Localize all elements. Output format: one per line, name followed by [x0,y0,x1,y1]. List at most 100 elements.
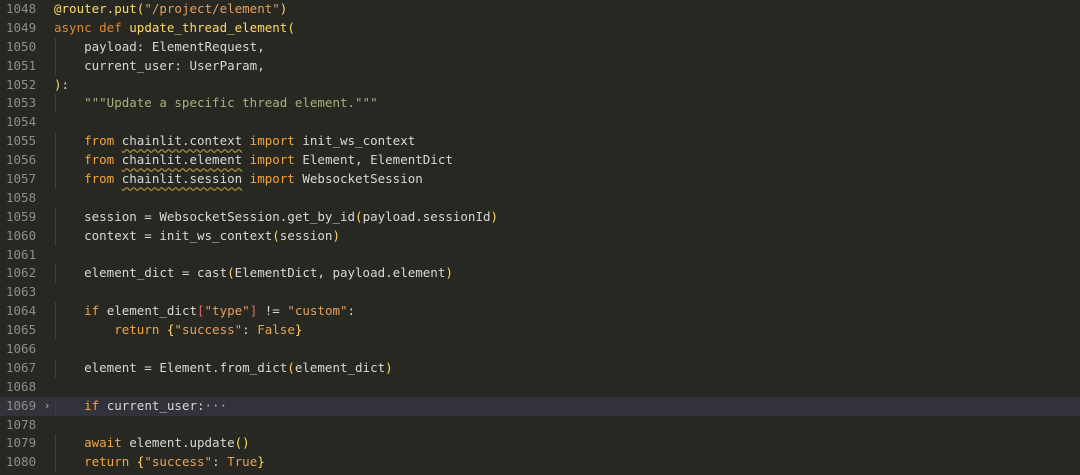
line-number: 1059 [6,208,37,224]
code-line[interactable]: 1068 [0,378,1080,397]
code-text: from chainlit.context import init_ws_con… [54,132,1080,151]
code-text: current_user: UserParam, [54,57,1080,76]
code-token: from [54,152,122,168]
code-text: if element_dict["type"] != "custom": [54,302,1080,321]
code-text: session = WebsocketSession.get_by_id(pay… [54,208,1080,227]
code-text: from chainlit.session import WebsocketSe… [54,170,1080,189]
line-number: 1061 [6,246,37,262]
fold-chevron-icon[interactable]: › [42,397,52,416]
code-line[interactable]: 1056 from chainlit.element import Elemen… [0,151,1080,171]
line-number: 1065 [6,322,37,338]
code-line[interactable]: 1055 from chainlit.context import init_w… [0,132,1080,152]
code-line[interactable]: 1061 [0,246,1080,265]
code-token: () [234,435,250,451]
code-token: ) [54,76,62,92]
code-line[interactable]: 1062 element_dict = cast(ElementDict, pa… [0,264,1080,284]
code-token: } [257,454,265,470]
code-token: from [54,133,122,149]
code-token: [ [197,303,205,319]
code-token: current_user: [106,397,205,413]
code-editor[interactable]: 1048 @router.put("/project/element") 1049 a… [0,0,1080,475]
code-line[interactable]: 1080 return {"success": True} [0,453,1080,473]
code-token: ElementDict, payload.element [234,265,446,281]
code-token: element = Element.from_dict [54,359,288,375]
line-number: 1057 [6,171,37,187]
code-line[interactable]: 1060 context = init_ws_context(session) [0,226,1080,246]
code-line[interactable]: 1048 @router.put("/project/element") [0,0,1080,19]
line-number: 1063 [6,284,37,300]
code-token: "success" [174,322,243,338]
line-number: 1050 [6,38,37,54]
code-line[interactable]: 1049 async def update_thread_element( [0,19,1080,38]
code-token: @router.put( [54,1,145,16]
code-line[interactable]: 1079 await element.update() [0,434,1080,454]
code-text: element = Element.from_dict(element_dict… [54,359,1080,378]
code-text: context = init_ws_context(session) [54,227,1080,246]
code-token: False [257,322,295,338]
code-line[interactable]: 1078 [0,416,1080,435]
code-line[interactable]: 1051 current_user: UserParam, [0,56,1080,76]
code-line[interactable]: 1069 › if current_user:··· [0,396,1080,416]
code-token: import [242,152,303,168]
code-line[interactable]: 1050 payload: ElementRequest, [0,37,1080,57]
line-number: 1062 [6,265,37,281]
code-token: await [54,435,130,451]
code-token: ( [355,208,363,224]
code-token: if [54,303,107,319]
code-token: from [54,171,122,187]
code-line[interactable]: 1054 [0,113,1080,132]
code-line[interactable]: 1065 return {"success": False} [0,321,1080,341]
code-line[interactable]: 1059 session = WebsocketSession.get_by_i… [0,207,1080,227]
code-line[interactable]: 1063 [0,283,1080,302]
code-token: session [279,227,333,243]
line-number: 1051 [6,57,37,73]
code-text: ): [54,76,1080,95]
line-number: 1053 [6,95,37,111]
code-token: chainlit.context [121,133,243,149]
code-token: current_user: UserParam, [54,57,265,73]
code-token: payload: ElementRequest, [54,38,265,54]
line-number: 1058 [6,189,37,205]
code-token: context = init_ws_context [54,227,273,243]
code-token: True [227,454,258,470]
code-lines: 1048 @router.put("/project/element") 1049 a… [0,0,1080,473]
code-token: "custom" [287,303,348,319]
code-text: return {"success": True} [54,453,1080,472]
code-token: "success" [144,454,213,470]
code-token: import [242,171,303,187]
code-token: element_dict = cast [54,265,228,281]
code-line[interactable]: 1053 """Update a specific thread element… [0,94,1080,114]
code-token: async def [54,19,130,35]
code-text: if current_user:··· [54,397,1080,416]
code-token: if [54,397,107,413]
code-token: """Update a specific thread element.""" [54,95,378,111]
code-line[interactable]: 1067 element = Element.from_dict(element… [0,358,1080,378]
code-line[interactable]: 1052): [0,76,1080,95]
code-token: element.update [129,435,235,451]
code-token: != [257,303,288,319]
code-token: Element, ElementDict [302,152,453,168]
code-text: @router.put("/project/element") [54,0,1080,19]
code-token: ( [287,359,295,375]
code-token: import [242,133,303,149]
code-token: update_thread_element [129,19,288,35]
code-token: } [294,322,303,338]
code-line[interactable]: 1064 if element_dict["type"] != "custom"… [0,302,1080,322]
line-number: 1052 [6,76,37,92]
code-token: element_dict [294,359,386,375]
code-token: "/project/element" [144,1,280,16]
code-token: : [212,454,228,470]
code-token: ) [332,227,340,243]
code-text: async def update_thread_element( [54,19,1080,38]
code-token: WebsocketSession [302,171,423,187]
code-text: payload: ElementRequest, [54,38,1080,57]
line-number: 1055 [6,133,37,149]
code-token: ) [385,359,393,375]
code-token: ··· [204,397,228,413]
line-number: 1067 [6,359,37,375]
code-line[interactable]: 1058 [0,189,1080,208]
code-line[interactable]: 1066 [0,340,1080,359]
code-line[interactable]: 1057 from chainlit.session import Websoc… [0,170,1080,189]
line-number: 1080 [6,454,37,470]
code-token: ( [272,227,280,243]
